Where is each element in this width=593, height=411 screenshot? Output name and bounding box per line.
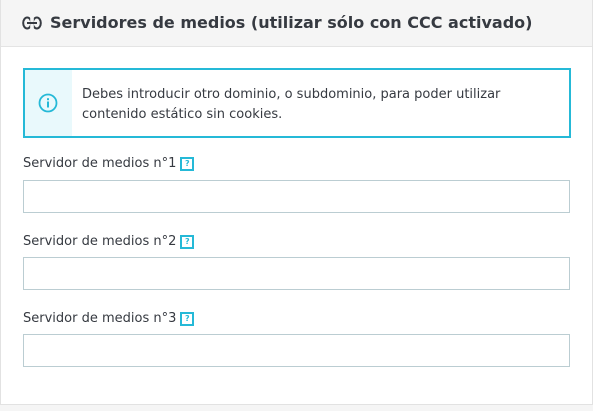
alert-icon-box [25,70,72,136]
field-label-text: Servidor de medios n°1 [23,156,177,171]
media-server-2-label: Servidor de medios n°2 ? [23,234,195,249]
alert-message: Debes introducir otro dominio, o subdomi… [82,87,501,122]
panel-header: Servidores de medios (utilizar sólo con … [1,0,592,47]
link-icon [22,15,42,30]
media-server-2-input[interactable] [23,257,570,290]
next-panel-edge [0,405,593,411]
media-servers-panel: Servidores de medios (utilizar sólo con … [0,0,593,405]
info-icon [38,93,58,113]
help-icon[interactable]: ? [180,311,195,326]
help-icon[interactable]: ? [180,156,195,171]
panel-title: Servidores de medios (utilizar sólo con … [50,13,533,32]
media-server-3-input[interactable] [23,334,570,367]
info-alert: Debes introducir otro dominio, o subdomi… [23,68,571,138]
media-server-1-input[interactable] [23,180,570,213]
field-label-text: Servidor de medios n°2 [23,234,177,249]
media-server-1-label: Servidor de medios n°1 ? [23,156,195,171]
media-server-3-label: Servidor de medios n°3 ? [23,311,195,326]
field-label-text: Servidor de medios n°3 [23,311,177,326]
help-icon[interactable]: ? [180,234,195,249]
